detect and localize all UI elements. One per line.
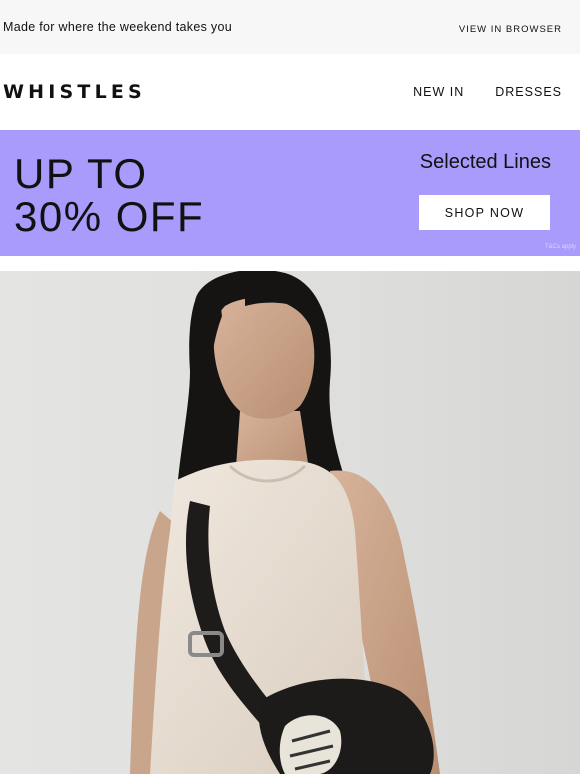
terms-note: T&Cs apply: [544, 244, 576, 250]
view-in-browser-link[interactable]: VIEW IN BROWSER: [459, 24, 562, 35]
main-nav: NEW IN DRESSES: [413, 85, 562, 99]
nav-link-new-in[interactable]: NEW IN: [413, 85, 464, 99]
site-header: WHISTLES NEW IN DRESSES: [0, 54, 580, 130]
whistles-logo[interactable]: WHISTLES: [3, 81, 146, 103]
preheader-bar: Made for where the weekend takes you VIE…: [0, 0, 580, 54]
model-photo-icon: [0, 271, 580, 774]
promo-banner[interactable]: UP TO 30% OFF Selected Lines SHOP NOW T&…: [0, 130, 580, 256]
promo-headline: UP TO 30% OFF: [14, 152, 204, 238]
nav-link-dresses[interactable]: DRESSES: [495, 85, 562, 99]
preheader-text: Made for where the weekend takes you: [3, 20, 232, 34]
promo-headline-line2: 30% OFF: [14, 193, 205, 240]
shop-now-button[interactable]: SHOP NOW: [419, 195, 550, 230]
promo-subheading: Selected Lines: [419, 151, 551, 173]
section-spacer: [0, 256, 580, 271]
promo-headline-line1: UP TO: [14, 150, 148, 197]
hero-image[interactable]: [0, 271, 580, 774]
